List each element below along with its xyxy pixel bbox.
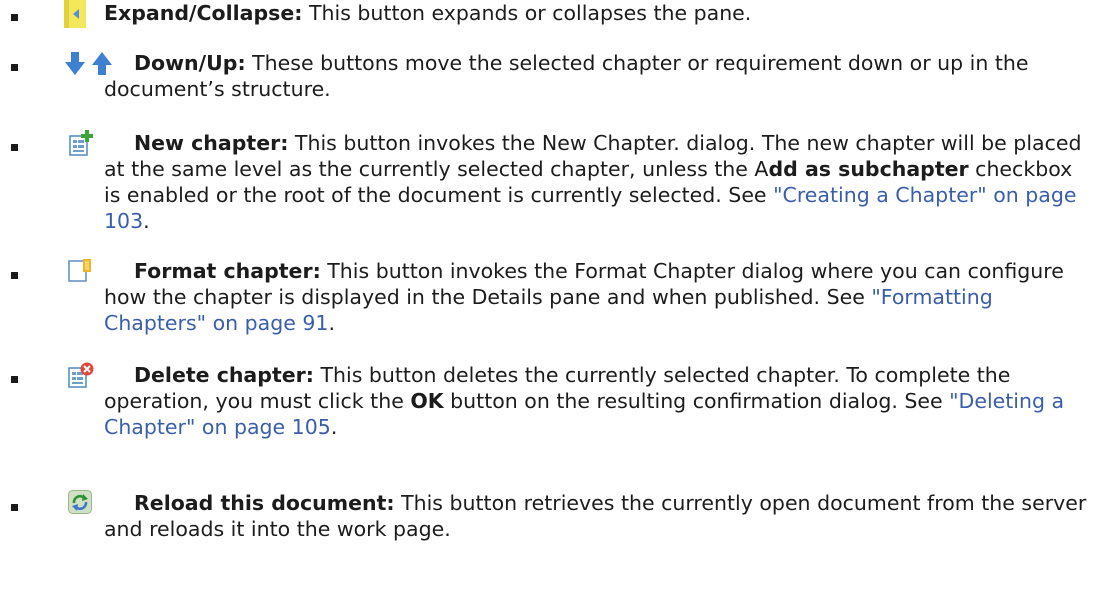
term: Reload this document: (134, 491, 395, 515)
list-item-text: Delete chapter: This button deletes the … (104, 363, 1065, 439)
term: New chapter: (134, 131, 289, 155)
expand-collapse-icon (64, 0, 86, 28)
bullet-marker (11, 14, 18, 21)
list-item-text: New chapter: This button invokes the New… (104, 131, 1082, 233)
document-page: Expand/Collapse: This button expands or … (0, 0, 1105, 590)
list-item-text: Expand/Collapse: This button expands or … (104, 1, 752, 25)
term: Delete chapter: (134, 363, 314, 387)
reload-document-icon (68, 490, 92, 514)
list-item-text: Reload this document: This button retrie… (104, 491, 1087, 541)
term: Expand/Collapse: (104, 1, 303, 25)
bullet-marker (11, 504, 18, 511)
bullet-marker (11, 272, 18, 279)
term: Down/Up: (134, 51, 246, 75)
list-item-text: Down/Up: These buttons move the selected… (104, 51, 1029, 101)
bullet-marker (11, 376, 18, 383)
new-chapter-icon (69, 130, 93, 156)
delete-chapter-icon (68, 362, 94, 388)
list-item-text: Format chapter: This button invokes the … (104, 259, 1064, 335)
down-arrow-icon (65, 52, 85, 75)
term: Format chapter: (134, 259, 321, 283)
format-chapter-icon (68, 259, 91, 282)
bullet-marker (11, 144, 18, 151)
bullet-marker (11, 64, 18, 71)
